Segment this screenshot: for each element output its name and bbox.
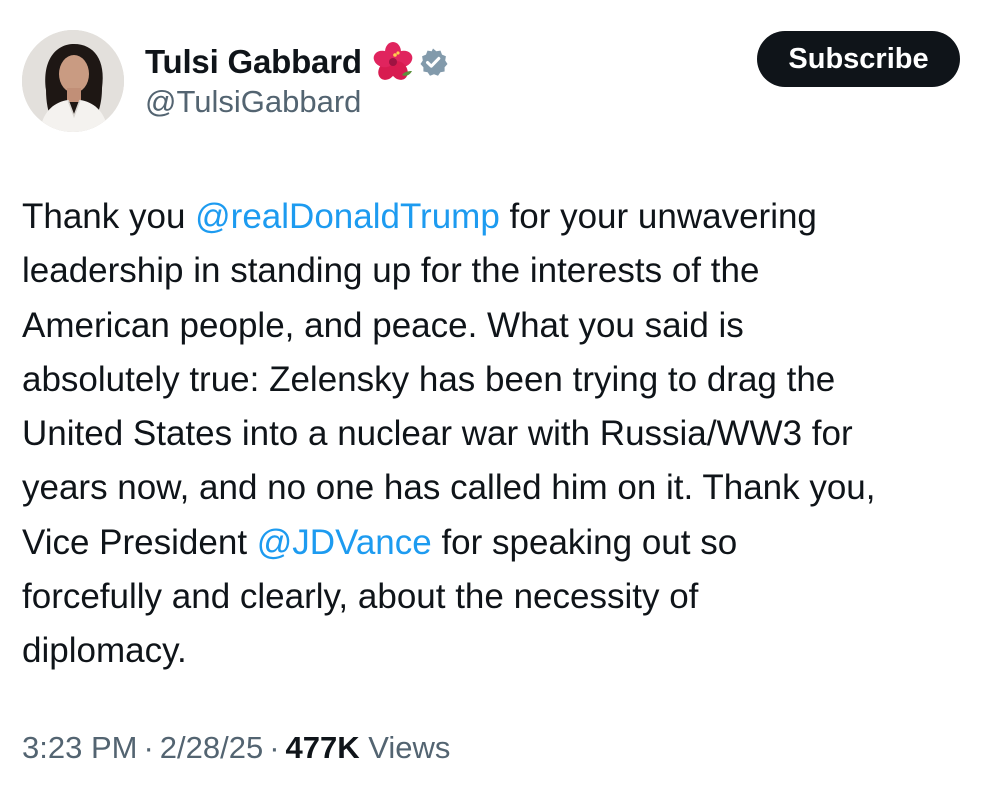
tweet-line: years now, and no one has called him on …: [22, 468, 876, 508]
tweet-line: leadership in standing up for the intere…: [22, 251, 760, 291]
avatar[interactable]: [22, 30, 124, 132]
subscribe-button[interactable]: Subscribe: [757, 31, 960, 87]
tweet-card: Tulsi Gabbard @TulsiGabbard Subscribe Th…: [0, 0, 1000, 801]
author-handle[interactable]: @TulsiGabbard: [145, 84, 361, 120]
author-display-name[interactable]: Tulsi Gabbard: [145, 43, 362, 81]
views-label: Views: [368, 730, 451, 765]
views-count: 477K: [285, 730, 360, 765]
meta-separator: ·: [269, 730, 280, 765]
avatar-image: [22, 30, 124, 132]
hibiscus-icon: [372, 41, 414, 83]
tweet-text-segment: for speaking out so: [431, 522, 738, 562]
verified-badge-icon[interactable]: [418, 47, 448, 77]
author-name-row: Tulsi Gabbard: [145, 40, 448, 84]
tweet-line: absolutely true: Zelensky has been tryin…: [22, 359, 836, 399]
tweet-line: American people, and peace. What you sai…: [22, 305, 744, 345]
tweet-line: Vice President @JDVance for speaking out…: [22, 516, 982, 570]
tweet-meta: 3:23 PM · 2/28/25 · 477K Views: [22, 730, 450, 766]
tweet-line: United States into a nuclear war with Ru…: [22, 414, 853, 454]
tweet-time[interactable]: 3:23 PM: [22, 730, 137, 765]
tweet-line: diplomacy.: [22, 631, 187, 671]
tweet-text-segment: Thank you: [22, 197, 196, 236]
mention-jdvance-link[interactable]: @JDVance: [257, 523, 432, 562]
tweet-line: forcefully and clearly, about the necess…: [22, 577, 699, 617]
tweet-text-segment: Vice President: [22, 522, 257, 562]
meta-separator: ·: [143, 730, 154, 765]
tweet-date[interactable]: 2/28/25: [160, 730, 263, 765]
tweet-text-segment: for your unwavering: [499, 197, 817, 236]
tweet-line: Thank you @realDonaldTrump for your unwa…: [22, 190, 982, 244]
mention-realdonaldtrump-link[interactable]: @realDonaldTrump: [195, 197, 500, 236]
tweet-text: Thank you @realDonaldTrump for your unwa…: [22, 190, 982, 679]
